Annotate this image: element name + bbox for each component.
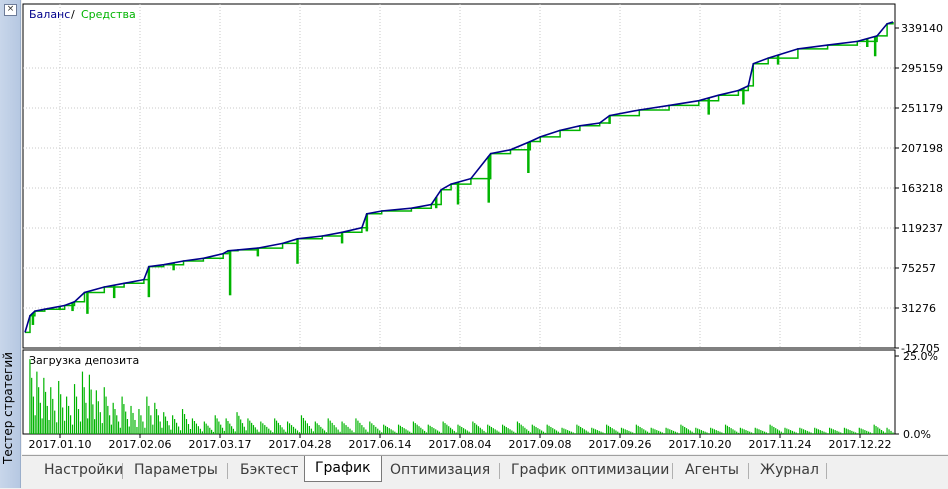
sidebar-title: Тестер стратегий [1,352,15,464]
tab-divider [826,463,827,479]
close-icon[interactable]: × [4,4,17,16]
chart-svg: Баланс / Средства 339140 295159 251179 2071… [22,3,943,451]
main-y-axis: 339140 295159 251179 207198 163218 119237 7525… [895,22,943,355]
tab-optimization[interactable]: Оптимизация [390,459,490,481]
tab-divider [122,463,123,479]
x-tick-label: 2017.04.28 [269,438,332,451]
legend-equity: Средства [81,8,136,21]
tab-divider [227,463,228,479]
load-y-axis: 25.0% 0.0% [895,350,938,441]
x-tick-label: 2017.03.17 [189,438,252,451]
x-tick-label: 2017.02.06 [109,438,172,451]
y-tick-label: 207198 [901,142,943,155]
y-tick-label: 163218 [901,182,943,195]
load-plot-frame [22,349,896,435]
chart-area: Баланс / Средства 339140 295159 251179 2071… [22,0,948,454]
x-tick-label: 2017.10.20 [669,438,732,451]
load-tick-label: 25.0% [903,350,938,363]
tab-parameters[interactable]: Параметры [134,459,218,481]
tab-agents[interactable]: Агенты [685,459,739,481]
strategy-tester-sidebar: × Тестер стратегий [0,0,21,488]
y-tick-label: 31276 [901,302,936,315]
tester-tabs: Настройки Параметры Бэктест График Оптим… [22,455,948,489]
load-tick-label: 0.0% [903,428,931,441]
x-tick-label: 2017.08.04 [429,438,492,451]
x-tick-label: 2017.01.10 [29,438,92,451]
tab-divider [499,463,500,479]
x-tick-label: 2017.06.14 [349,438,412,451]
y-tick-label: 251179 [901,102,943,115]
x-tick-label: 2017.11.24 [749,438,812,451]
y-tick-label: 295159 [901,62,943,75]
x-tick-label: 2017.09.08 [509,438,572,451]
tab-divider [672,463,673,479]
load-chart-title: Загрузка депозита [29,354,139,367]
x-axis: 2017.01.10 2017.02.06 2017.03.17 2017.04.28… [29,434,892,451]
tab-divider [748,463,749,479]
tab-settings[interactable]: Настройки [44,459,123,481]
tab-journal[interactable]: Журнал [760,459,819,481]
legend-balance: Баланс [29,8,70,21]
tab-optimization-graph[interactable]: График оптимизации [511,459,669,481]
legend-separator: / [71,8,75,21]
tab-backtest[interactable]: Бэктест [240,459,298,481]
x-tick-label: 2017.09.26 [589,438,652,451]
y-tick-label: 339140 [901,22,943,35]
x-tick-label: 2017.12.22 [829,438,892,451]
y-tick-label: 119237 [901,222,943,235]
y-tick-label: 75257 [901,262,936,275]
tab-graph[interactable]: График [304,456,382,482]
main-plot-frame [22,3,896,349]
